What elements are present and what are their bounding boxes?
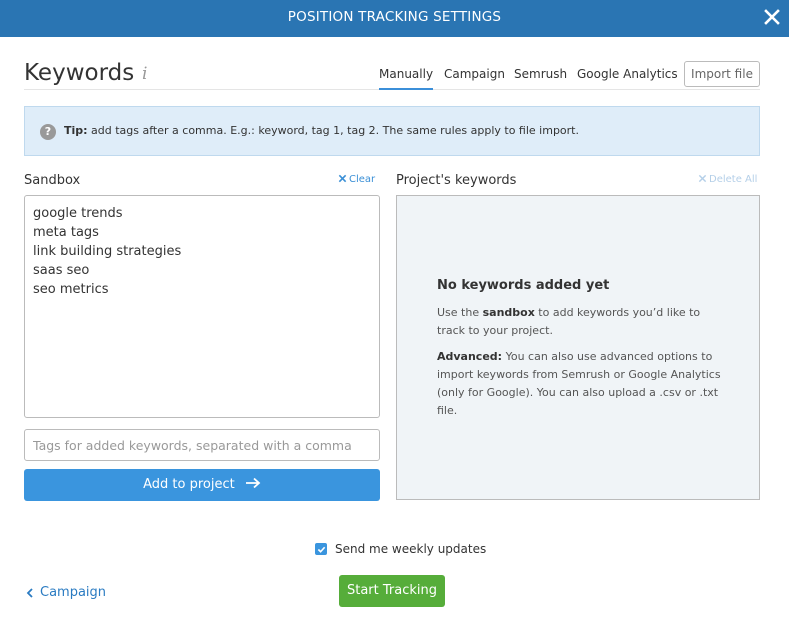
tab-campaign[interactable]: Campaign xyxy=(444,67,505,88)
close-icon xyxy=(764,9,780,25)
tip-banner: ? Tip: add tags after a comma. E.g.: key… xyxy=(24,106,760,156)
question-icon: ? xyxy=(40,124,56,140)
tip-text: Tip: add tags after a comma. E.g.: keywo… xyxy=(64,124,579,137)
back-campaign-label: Campaign xyxy=(40,585,107,600)
sandbox-textarea[interactable]: google trends meta tags link building st… xyxy=(24,195,380,418)
page-title: Keywords xyxy=(24,60,135,86)
project-keywords-label: Project's keywords xyxy=(396,173,517,188)
sandbox-label: Sandbox xyxy=(24,173,81,188)
modal-title: POSITION TRACKING SETTINGS xyxy=(287,9,502,25)
info-icon[interactable]: i xyxy=(142,64,147,84)
delete-all-label: Delete All xyxy=(709,174,758,185)
text-bold: sandbox xyxy=(482,306,535,319)
chevron-left-icon xyxy=(26,587,33,598)
import-method-tabs: Manually Campaign Semrush Google Analyti… xyxy=(24,60,760,90)
clear-button[interactable]: Clear xyxy=(338,174,375,185)
weekly-updates-option: Send me weekly updates xyxy=(315,542,486,556)
text: Use the xyxy=(437,306,483,319)
modal-header: POSITION TRACKING SETTINGS xyxy=(0,0,789,37)
sandbox-line: meta tags xyxy=(33,225,99,240)
tip-label: Tip: xyxy=(64,124,88,137)
sandbox-line: seo metrics xyxy=(33,282,109,297)
close-button[interactable] xyxy=(761,6,783,28)
add-to-project-label: Add to project xyxy=(143,477,235,492)
tab-semrush[interactable]: Semrush xyxy=(514,67,567,88)
weekly-updates-checkbox[interactable] xyxy=(315,543,327,555)
empty-state-text: Use the sandbox to add keywords you’d li… xyxy=(437,304,727,340)
sandbox-line: link building strategies xyxy=(33,244,182,259)
tags-input[interactable] xyxy=(24,429,380,461)
tab-google-analytics[interactable]: Google Analytics xyxy=(577,67,678,88)
close-icon xyxy=(338,174,347,183)
advanced-text: Advanced: You can also use advanced opti… xyxy=(437,348,727,420)
close-icon xyxy=(698,174,707,183)
project-keywords-panel: No keywords added yet Use the sandbox to… xyxy=(396,195,760,500)
sandbox-line: google trends xyxy=(33,206,123,221)
tab-manually[interactable]: Manually xyxy=(379,67,434,90)
back-campaign-link[interactable]: Campaign xyxy=(26,585,106,600)
add-to-project-button[interactable]: Add to project xyxy=(24,469,380,501)
start-tracking-button[interactable]: Start Tracking xyxy=(339,575,445,607)
tip-body: add tags after a comma. E.g.: keyword, t… xyxy=(87,124,579,137)
sandbox-line: saas seo xyxy=(33,263,90,278)
weekly-updates-label[interactable]: Send me weekly updates xyxy=(335,542,486,556)
empty-state-title: No keywords added yet xyxy=(437,278,610,293)
arrow-right-icon xyxy=(245,477,261,489)
check-icon xyxy=(317,546,325,553)
import-file-button[interactable]: Import file xyxy=(684,61,760,87)
clear-label: Clear xyxy=(349,174,376,185)
text-bold: Advanced: xyxy=(437,350,503,363)
delete-all-button[interactable]: Delete All xyxy=(698,174,757,185)
